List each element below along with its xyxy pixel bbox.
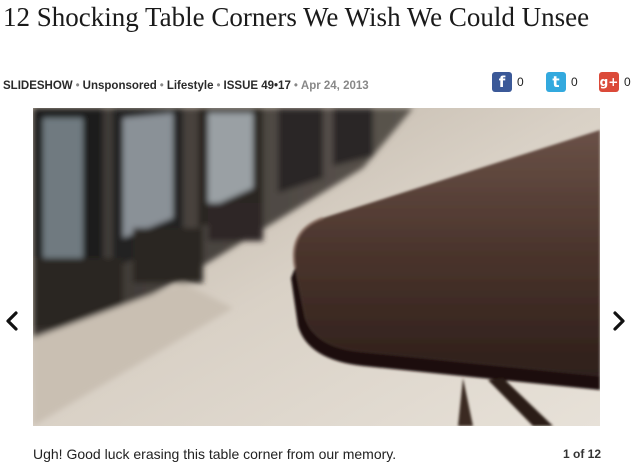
article-meta: SLIDESHOW • Unsponsored • Lifestyle • ISSUE 49… bbox=[3, 80, 369, 92]
meta-separator: • bbox=[216, 80, 221, 92]
facebook-icon: f bbox=[492, 72, 512, 92]
facebook-share-button[interactable]: f 0 bbox=[492, 72, 524, 92]
slide-photo[interactable] bbox=[33, 108, 600, 426]
meta-separator: • bbox=[159, 80, 164, 92]
google-plus-share-button[interactable]: g+ 0 bbox=[599, 72, 631, 92]
meta-type-link[interactable]: SLIDESHOW bbox=[3, 80, 73, 92]
meta-separator: • bbox=[293, 80, 298, 92]
meta-separator: • bbox=[75, 80, 80, 92]
twitter-share-count: 0 bbox=[571, 75, 578, 89]
google-plus-icon: g+ bbox=[599, 72, 619, 92]
article-title: 12 Shocking Table Corners We Wish We Cou… bbox=[3, 2, 590, 32]
twitter-share-button[interactable]: t 0 bbox=[546, 72, 578, 92]
google-plus-share-count: 0 bbox=[624, 75, 631, 89]
meta-sponsorship-link[interactable]: Unsponsored bbox=[83, 80, 157, 92]
slide-counter: 1 of 12 bbox=[563, 447, 602, 461]
facebook-share-count: 0 bbox=[517, 75, 524, 89]
previous-slide-button[interactable] bbox=[3, 310, 21, 332]
chevron-left-icon bbox=[6, 311, 18, 331]
meta-issue-link[interactable]: ISSUE 49•17 bbox=[224, 80, 291, 92]
slide-caption: Ugh! Good luck erasing this table corner… bbox=[33, 446, 397, 462]
next-slide-button[interactable] bbox=[610, 310, 628, 332]
chevron-right-icon bbox=[613, 311, 625, 331]
table-corner-photo bbox=[33, 108, 600, 426]
meta-section-link[interactable]: Lifestyle bbox=[167, 80, 214, 92]
twitter-icon: t bbox=[546, 72, 566, 92]
meta-date: Apr 24, 2013 bbox=[300, 80, 369, 92]
